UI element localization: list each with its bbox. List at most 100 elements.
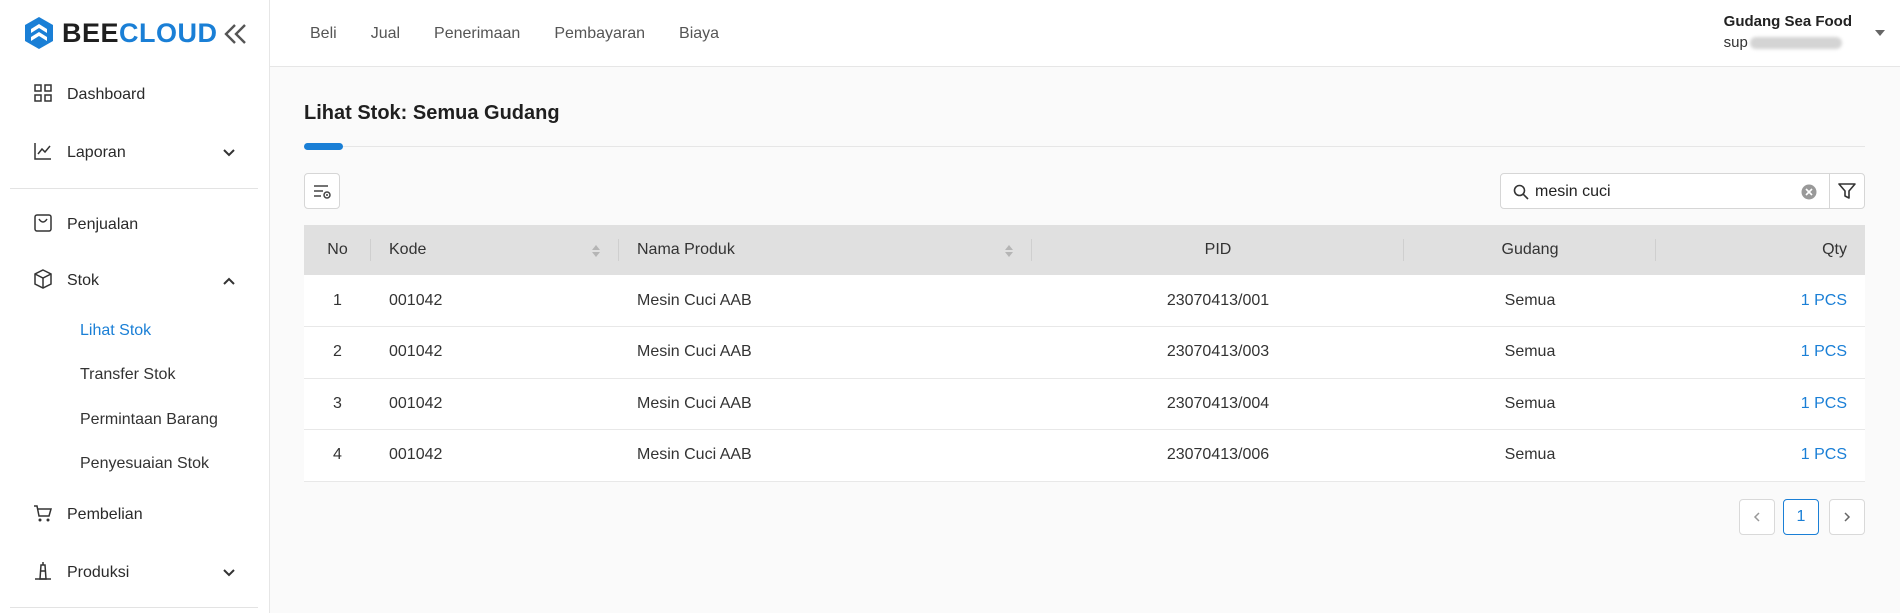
table-header-row: No Kode Nama Produk PID Gudang Qty <box>304 225 1865 275</box>
cell-nama-produk: Mesin Cuci AAB <box>637 291 752 309</box>
chevron-down-icon <box>223 569 235 577</box>
cell-nama-produk: Mesin Cuci AAB <box>637 446 752 464</box>
sidebar-divider <box>10 607 258 608</box>
collapse-sidebar-button[interactable] <box>220 20 250 48</box>
search-input[interactable] <box>1535 180 1795 204</box>
topnav-pembayaran[interactable]: Pembayaran <box>554 25 645 43</box>
sort-icon[interactable] <box>1004 243 1014 259</box>
cell-pid: 23070413/001 <box>1166 291 1270 309</box>
sidebar-item-label: Penjualan <box>67 216 139 233</box>
qty-link[interactable]: 1 PCS <box>1801 292 1847 309</box>
table-row: 2 001042 Mesin Cuci AAB 23070413/003 Sem… <box>304 326 1865 379</box>
title-divider <box>304 146 1865 147</box>
column-header-qty: Qty <box>1822 241 1847 258</box>
sidebar: BEECLOUD Dashboard Laporan Penjualan Sto… <box>0 0 270 613</box>
cell-qty: 1 PCS <box>1656 275 1865 327</box>
table-row: 4 001042 Mesin Cuci AAB 23070413/006 Sem… <box>304 429 1865 481</box>
shopping-bag-icon <box>34 214 52 232</box>
column-header-pid: PID <box>1032 225 1404 275</box>
sidebar-item-pembelian[interactable]: Pembelian <box>0 493 270 537</box>
sidebar-item-label: Pembelian <box>67 506 143 523</box>
sidebar-divider <box>10 188 258 189</box>
sidebar-subitem-transfer-stok[interactable]: Transfer Stok <box>80 364 175 386</box>
page-title: Lihat Stok: Semua Gudang <box>304 102 560 124</box>
column-header-nama-produk[interactable]: Nama Produk <box>619 225 1032 275</box>
topnav-jual[interactable]: Jual <box>371 25 400 43</box>
pagination-page-button[interactable]: 1 <box>1783 499 1819 535</box>
cell-gudang: Semua <box>1504 343 1556 361</box>
caret-down-icon[interactable] <box>1874 28 1886 38</box>
topnav-biaya[interactable]: Biaya <box>679 25 719 43</box>
dashboard-grid-icon <box>34 84 52 102</box>
cell-no: 4 <box>333 446 342 464</box>
qty-link[interactable]: 1 PCS <box>1801 343 1847 360</box>
sidebar-item-label: Produksi <box>67 564 130 581</box>
sidebar-subitem-lihat-stok[interactable]: Lihat Stok <box>80 320 151 342</box>
qty-link[interactable]: 1 PCS <box>1801 446 1847 463</box>
cell-pid: 23070413/003 <box>1166 343 1270 361</box>
pagination-prev-button[interactable] <box>1739 499 1775 535</box>
qty-link[interactable]: 1 PCS <box>1801 395 1847 412</box>
sidebar-item-stok[interactable]: Stok <box>0 259 270 303</box>
cell-kode: 001042 <box>389 394 443 412</box>
sidebar-item-label: Stok <box>67 272 100 289</box>
topnav-penerimaan[interactable]: Penerimaan <box>434 25 520 43</box>
column-settings-button[interactable] <box>304 173 340 209</box>
table-row: 3 001042 Mesin Cuci AAB 23070413/004 Sem… <box>304 378 1865 430</box>
cell-gudang: Semua <box>1504 394 1556 412</box>
topbar: Beli Jual Penerimaan Pembayaran Biaya Gu… <box>270 0 1900 67</box>
sidebar-item-dashboard[interactable]: Dashboard <box>0 73 270 117</box>
redacted-email <box>1749 37 1842 49</box>
line-chart-icon <box>34 143 51 160</box>
cell-gudang: Semua <box>1504 291 1556 309</box>
list-settings-icon <box>314 185 331 199</box>
sidebar-item-laporan[interactable]: Laporan <box>0 131 270 175</box>
sidebar-item-penjualan[interactable]: Penjualan <box>0 203 270 247</box>
sidebar-item-produksi[interactable]: Produksi <box>0 551 270 595</box>
cell-no: 2 <box>333 343 342 361</box>
chevron-left-icon <box>1753 512 1760 522</box>
cell-kode: 001042 <box>389 446 443 464</box>
column-header-no: No <box>304 225 371 275</box>
cell-pid: 23070413/006 <box>1166 446 1270 464</box>
user-name: Gudang Sea Food <box>1723 13 1852 30</box>
table-row: 1 001042 Mesin Cuci AAB 23070413/001 Sem… <box>304 275 1865 327</box>
title-accent-bar <box>304 143 343 150</box>
filter-icon <box>1838 183 1856 199</box>
beecloud-logo-icon <box>25 17 53 49</box>
cell-no: 3 <box>333 394 342 412</box>
column-header-gudang: Gudang <box>1404 225 1656 275</box>
sidebar-item-label: Dashboard <box>67 86 146 103</box>
cell-nama-produk: Mesin Cuci AAB <box>637 343 752 361</box>
cell-qty: 1 PCS <box>1656 327 1865 379</box>
user-menu[interactable]: Gudang Sea Food sup <box>1724 12 1852 54</box>
top-navigation: Beli Jual Penerimaan Pembayaran Biaya <box>310 0 753 67</box>
user-email: sup <box>1724 32 1852 54</box>
chevron-up-icon <box>223 277 235 285</box>
column-header-kode[interactable]: Kode <box>371 225 619 275</box>
sidebar-subitem-penyesuaian-stok[interactable]: Penyesuaian Stok <box>80 453 209 475</box>
logo[interactable]: BEECLOUD <box>22 16 218 50</box>
chevron-down-icon <box>223 149 235 157</box>
cell-no: 1 <box>333 291 342 309</box>
sidebar-subitem-permintaan-barang[interactable]: Permintaan Barang <box>80 409 218 431</box>
sidebar-item-label: Laporan <box>67 144 126 161</box>
clear-search-icon[interactable] <box>1801 184 1817 200</box>
factory-icon <box>35 562 51 580</box>
topnav-beli[interactable]: Beli <box>310 25 337 43</box>
stock-table: No Kode Nama Produk PID Gudang Qty 1 001… <box>304 225 1865 482</box>
search-field[interactable] <box>1500 173 1830 209</box>
cell-kode: 001042 <box>389 291 443 309</box>
cell-pid: 23070413/004 <box>1166 394 1270 412</box>
sort-icon[interactable] <box>591 243 601 259</box>
pagination-next-button[interactable] <box>1829 499 1865 535</box>
cell-qty: 1 PCS <box>1656 378 1865 430</box>
box-icon <box>34 269 52 289</box>
shopping-cart-icon <box>34 505 52 522</box>
cell-nama-produk: Mesin Cuci AAB <box>637 394 752 412</box>
brand-name: BEECLOUD <box>62 18 218 48</box>
double-chevron-left-icon <box>224 24 246 44</box>
cell-gudang: Semua <box>1504 446 1556 464</box>
filter-button[interactable] <box>1829 173 1865 209</box>
search-icon <box>1513 184 1529 200</box>
